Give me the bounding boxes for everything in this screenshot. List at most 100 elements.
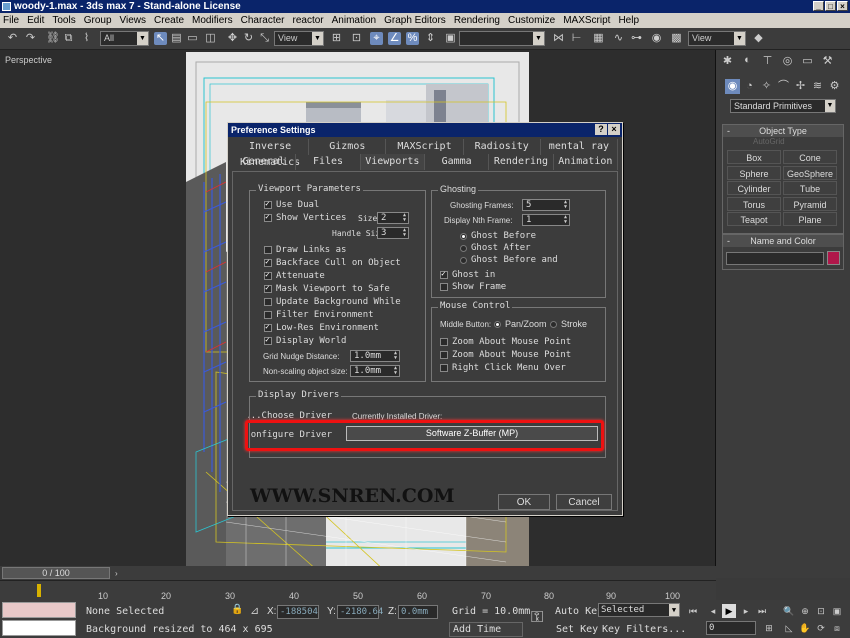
menu-rendering[interactable]: Rendering	[450, 13, 504, 28]
reference-coord-dropdown[interactable]: View ▼	[274, 31, 324, 46]
zoom-extents-icon[interactable]: ⊡	[814, 604, 828, 618]
lock-icon[interactable]: 🔒	[231, 604, 243, 615]
key-filters-button[interactable]: Key Filters...	[602, 622, 686, 637]
angle-snap-icon[interactable]: ∠	[388, 32, 401, 45]
zoom-icon[interactable]: 🔍	[782, 604, 796, 618]
handle-size-spinner[interactable]: 3 ▲ ▼	[377, 227, 409, 239]
time-config-icon[interactable]: ⊞	[762, 621, 776, 635]
helpers-icon[interactable]: ✢	[793, 79, 808, 94]
transform-mode-icon[interactable]: ⊿	[250, 604, 259, 617]
cone-button[interactable]: Cone	[783, 150, 837, 164]
backface-cull-checkbox[interactable]: Backface Cull on Object	[264, 257, 401, 268]
add-time-tag-button[interactable]: Add Time Tag	[449, 622, 523, 638]
z-coordinate-field[interactable]: 0.0mm	[398, 605, 438, 619]
menu-modifiers[interactable]: Modifiers	[188, 13, 237, 28]
align-icon[interactable]: ⊢	[570, 32, 583, 45]
tab-files[interactable]: Files	[296, 154, 361, 170]
material-editor-icon[interactable]: ◉	[650, 32, 663, 45]
cancel-button[interactable]: Cancel	[556, 494, 612, 510]
unlink-icon[interactable]: ⧉	[62, 32, 75, 45]
right-click-menu-checkbox[interactable]: Right Click Menu Over	[440, 363, 566, 373]
systems-icon[interactable]: ⚙	[827, 79, 842, 94]
show-vertices-checkbox[interactable]: Show Vertices	[264, 212, 346, 223]
primitive-category-dropdown[interactable]: Standard Primitives ▼	[730, 99, 836, 113]
zoom-about-mouse-orbit-checkbox[interactable]: Zoom About Mouse Point	[440, 337, 571, 347]
grid-nudge-spinner[interactable]: 1.0mm ▲ ▼	[350, 350, 400, 362]
maximize-icon[interactable]: □	[825, 1, 836, 11]
display-world-checkbox[interactable]: Display World	[264, 335, 346, 346]
object-type-header[interactable]: - Object Type	[723, 125, 843, 137]
tab-rendering[interactable]: Rendering	[489, 154, 554, 170]
ghost-before-after-radio[interactable]: Ghost Before and	[460, 255, 558, 265]
menu-views[interactable]: Views	[116, 13, 151, 28]
show-frame-checkbox[interactable]: Show Frame	[440, 282, 506, 292]
key-mode-dropdown[interactable]: Selected ▼	[598, 603, 680, 617]
utilities-panel-icon[interactable]: ⚒	[820, 54, 835, 69]
pyramid-button[interactable]: Pyramid	[783, 197, 837, 211]
menu-file[interactable]: File	[0, 13, 23, 28]
redo-icon[interactable]: ↷	[24, 32, 37, 45]
tube-button[interactable]: Tube	[783, 181, 837, 195]
undo-icon[interactable]: ↶	[6, 32, 19, 45]
filter-environment-checkbox[interactable]: Filter Environment	[264, 310, 374, 320]
y-coordinate-field[interactable]: -2180.64	[337, 605, 383, 619]
previous-frame-icon[interactable]: ◂	[706, 604, 720, 618]
rotate-icon[interactable]: ↻	[242, 32, 255, 45]
create-panel-icon[interactable]: ✱	[720, 54, 735, 69]
teapot-button[interactable]: Teapot	[727, 212, 781, 226]
ghost-in-checkbox[interactable]: Ghost in	[440, 269, 495, 280]
track-bar[interactable]: 10 20 30 40 50 60 70 80 90 100	[0, 580, 716, 601]
key-icon[interactable]: ⚿	[531, 609, 543, 627]
tab-radiosity[interactable]: Radiosity	[464, 139, 541, 155]
lights-icon[interactable]: ✧	[759, 79, 774, 94]
schematic-view-icon[interactable]: ⊶	[630, 32, 643, 45]
menu-reactor[interactable]: reactor	[289, 13, 328, 28]
object-name-input[interactable]	[726, 252, 824, 265]
stroke-radio[interactable]: Stroke	[550, 319, 587, 329]
ghost-before-radio[interactable]: Ghost Before	[460, 231, 536, 241]
menu-animation[interactable]: Animation	[328, 13, 380, 28]
bind-space-warp-icon[interactable]: ⌇	[80, 32, 93, 45]
ghosting-frames-spinner[interactable]: 5 ▲ ▼	[522, 199, 570, 211]
tab-animation[interactable]: Animation	[554, 154, 618, 170]
next-frame-button-icon[interactable]: ▸	[739, 604, 753, 618]
menu-customize[interactable]: Customize	[504, 13, 559, 28]
link-icon[interactable]: ⛓	[46, 32, 60, 45]
curve-editor-icon[interactable]: ∿	[612, 32, 625, 45]
select-by-name-icon[interactable]: ▤	[170, 32, 183, 45]
shapes-icon[interactable]: ◔	[742, 79, 757, 94]
move-icon[interactable]: ✥	[226, 32, 239, 45]
lowres-environment-checkbox[interactable]: Low-Res Environment	[264, 322, 379, 333]
attenuate-checkbox[interactable]: Attenuate	[264, 270, 325, 281]
menu-graph-editors[interactable]: Graph Editors	[380, 13, 450, 28]
motion-panel-icon[interactable]: ◎	[780, 54, 795, 69]
help-icon[interactable]: ?	[595, 124, 607, 135]
set-key-button[interactable]: Set Key	[556, 622, 598, 637]
display-nth-spinner[interactable]: 1 ▲ ▼	[522, 214, 570, 226]
use-dual-checkbox[interactable]: Use Dual	[264, 199, 319, 210]
display-panel-icon[interactable]: ▭	[800, 54, 815, 69]
name-color-header[interactable]: - Name and Color	[723, 235, 843, 247]
pan-icon[interactable]: ✋	[798, 621, 812, 635]
menu-edit[interactable]: Edit	[23, 13, 48, 28]
sphere-button[interactable]: Sphere	[727, 166, 781, 180]
field-of-view-icon[interactable]: ◺	[782, 621, 796, 635]
close-icon[interactable]: ×	[837, 1, 848, 11]
selection-filter-dropdown[interactable]: All ▼	[100, 31, 149, 46]
hierarchy-panel-icon[interactable]: ⊤	[760, 54, 775, 69]
ghost-after-radio[interactable]: Ghost After	[460, 243, 531, 253]
menu-tools[interactable]: Tools	[48, 13, 79, 28]
edit-named-sel-icon[interactable]: ▣	[444, 32, 457, 45]
time-slider-thumb[interactable]: 0 / 100	[2, 567, 110, 579]
space-warps-icon[interactable]: ≋	[810, 79, 825, 94]
maxscript-input-mini[interactable]	[2, 620, 76, 636]
close-icon[interactable]: ×	[608, 124, 620, 135]
tab-gamma[interactable]: Gamma	[425, 154, 490, 170]
render-scene-icon[interactable]: ▩	[670, 32, 683, 45]
named-selection-dropdown[interactable]: ▼	[459, 31, 545, 46]
tab-mental-ray[interactable]: mental ray	[541, 139, 619, 155]
modify-panel-icon[interactable]: ◐	[740, 54, 755, 69]
go-to-end-icon[interactable]: ⏭	[755, 604, 769, 618]
tab-maxscript[interactable]: MAXScript	[386, 139, 464, 155]
region-select-icon[interactable]: ▭	[186, 32, 199, 45]
